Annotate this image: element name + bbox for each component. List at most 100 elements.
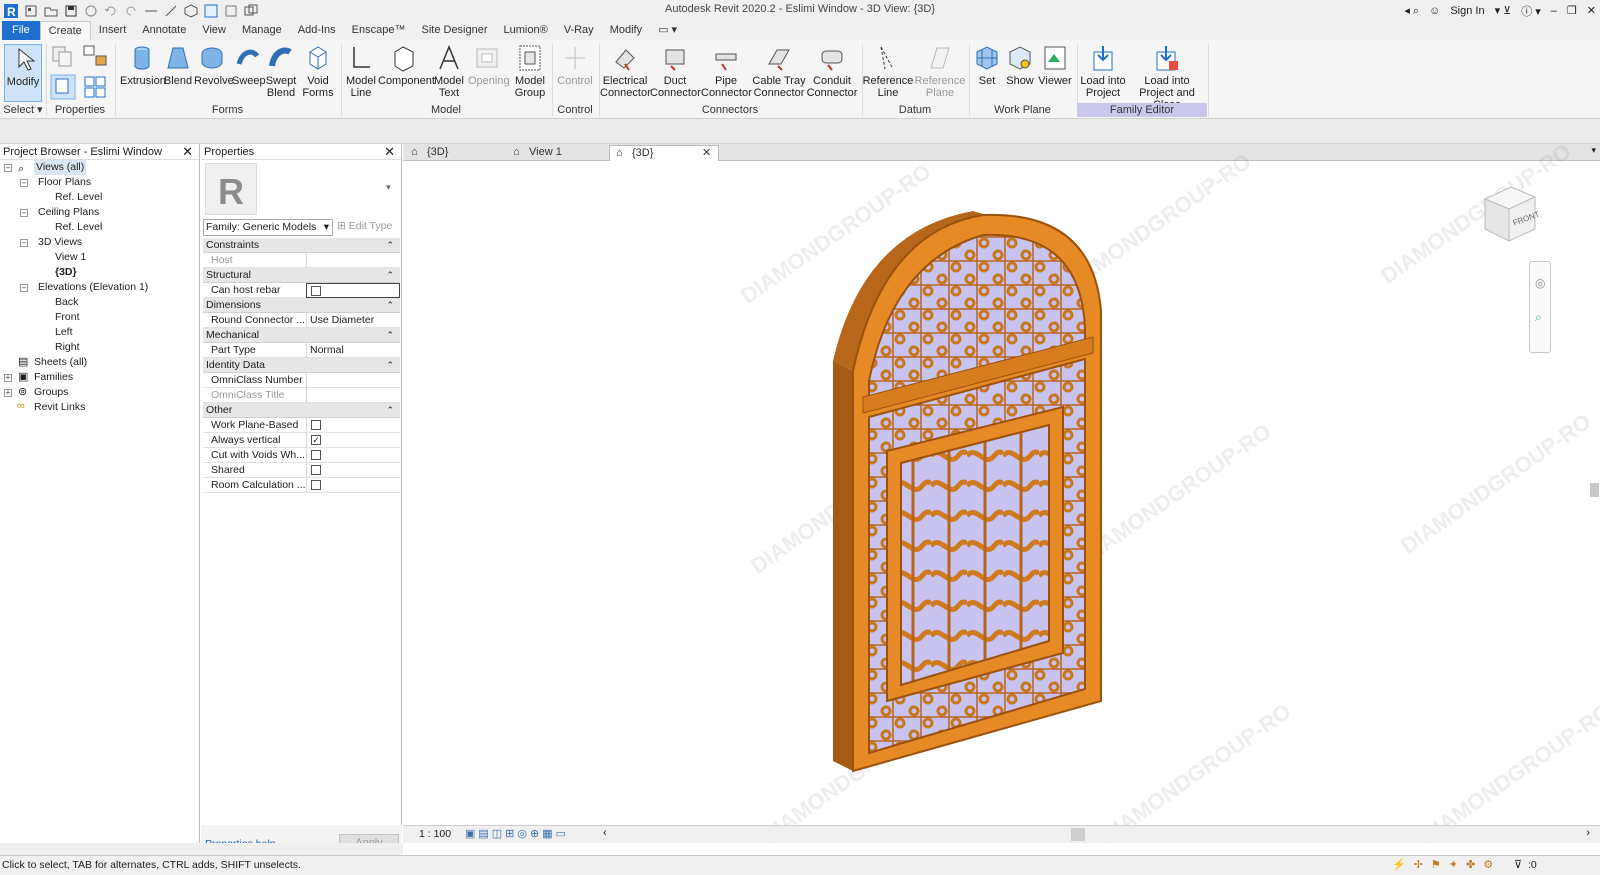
steering-wheel-icon[interactable]: ◎ [1535, 276, 1545, 290]
tab-add-ins[interactable]: Add-Ins [290, 21, 344, 40]
viewcube[interactable]: FRONT [1475, 179, 1541, 247]
model-text-button[interactable]: Model Text [432, 44, 466, 99]
collapse-icon[interactable]: – [20, 284, 28, 292]
pipe-connector-button[interactable]: Pipe Connector [701, 44, 752, 99]
reference-plane-button[interactable]: Reference Plane [914, 44, 966, 99]
switch-windows-icon[interactable] [244, 4, 258, 18]
redo-icon[interactable] [124, 4, 138, 18]
family-category-icon[interactable] [82, 44, 108, 68]
can-host-rebar-value[interactable] [306, 283, 400, 298]
expand-icon[interactable]: + [4, 389, 12, 397]
expand-icon[interactable]: + [4, 374, 12, 382]
default-3d-icon[interactable] [184, 3, 198, 18]
collapse-group-icon[interactable]: ⌃ [386, 358, 394, 372]
tree-item-families[interactable]: Families [34, 370, 73, 385]
model-group-button[interactable]: Model Group [512, 44, 548, 99]
load-into-project-button[interactable]: Load into Project [1080, 44, 1126, 99]
undo-icon[interactable] [104, 4, 118, 18]
tree-item-ceiling-ref-level[interactable]: Ref. Level [55, 220, 102, 235]
collapse-group-icon[interactable]: ⌃ [386, 328, 394, 342]
cable-tray-connector-button[interactable]: Cable Tray Connector [752, 44, 806, 99]
always-vertical-checkbox[interactable]: ✓ [311, 435, 321, 445]
tab-site-designer[interactable]: Site Designer [413, 21, 495, 40]
extrusion-button[interactable]: Extrusion [120, 44, 166, 87]
binoculars-icon[interactable]: ◂ ⌕ [1404, 4, 1419, 18]
tab-view-3d-active[interactable]: ⌂ {3D} ✕ [609, 145, 719, 161]
group-dimensions[interactable]: Dimensions ⌃ [203, 298, 400, 313]
omniclass-number-value[interactable] [306, 373, 400, 388]
opening-button[interactable]: Opening [468, 44, 510, 87]
tab-lumion[interactable]: Lumion® [496, 21, 556, 40]
tab-create[interactable]: Create [39, 21, 91, 40]
collapse-group-icon[interactable]: ⌃ [386, 238, 394, 252]
model-line-button[interactable]: Model Line [345, 44, 377, 99]
tree-item-views-all[interactable]: Views (all) [34, 160, 87, 175]
vertical-scrollbar-thumb[interactable] [1590, 483, 1599, 497]
sign-in-link[interactable]: Sign In [1450, 5, 1484, 17]
collapse-icon[interactable]: – [20, 239, 28, 247]
can-host-rebar-checkbox[interactable] [311, 286, 321, 296]
swept-blend-button[interactable]: Swept Blend [265, 44, 297, 99]
minimize-icon[interactable]: – [1551, 5, 1557, 17]
drawing-area[interactable]: DIAMONDGROUP-RO DIAMONDGROUP-RO DIAMONDG… [403, 139, 1600, 849]
eslimi-window-model[interactable] [823, 201, 1143, 781]
tree-item-sheets[interactable]: Sheets (all) [34, 355, 87, 370]
scroll-right-icon[interactable]: › [1586, 827, 1590, 839]
tab-enscape[interactable]: Enscape™ [344, 21, 414, 40]
collapse-icon[interactable]: – [20, 179, 28, 187]
close-hidden-icon[interactable] [224, 4, 238, 18]
conduit-connector-button[interactable]: Conduit Connector [806, 44, 858, 99]
edit-type-button[interactable]: ⊞ Edit Type [337, 219, 399, 236]
tree-item-right[interactable]: Right [55, 340, 80, 355]
open-icon[interactable] [44, 4, 58, 18]
tree-item-view-1[interactable]: View 1 [55, 250, 86, 265]
electrical-connector-button[interactable]: Electrical Connector [600, 44, 651, 99]
view-control-icons[interactable]: ▣▤◫⊞◎⊕▦▭ [465, 827, 569, 840]
cart-icon[interactable]: ▾ ⊻ [1495, 4, 1512, 17]
group-constraints[interactable]: Constraints ⌃ [203, 238, 400, 253]
close-tab-icon[interactable]: ✕ [702, 146, 711, 161]
collapse-icon[interactable]: – [20, 209, 28, 217]
part-type-value[interactable]: Normal [306, 343, 400, 358]
collapse-group-icon[interactable]: ⌃ [386, 298, 394, 312]
close-icon[interactable]: ✕ [182, 144, 193, 160]
tree-item-3d-active[interactable]: {3D} [55, 265, 77, 280]
component-button[interactable]: Component [378, 44, 435, 87]
tab-insert[interactable]: Insert [91, 21, 135, 40]
viewer-button[interactable]: Viewer [1036, 44, 1074, 87]
tree-item-revit-links[interactable]: Revit Links [34, 400, 85, 415]
reference-line-button[interactable]: Reference Line [862, 44, 914, 99]
type-properties-icon[interactable] [82, 74, 108, 100]
tree-item-floor-ref-level[interactable]: Ref. Level [55, 190, 102, 205]
show-work-plane-button[interactable]: Show [1004, 44, 1036, 87]
tree-item-groups[interactable]: Groups [34, 385, 68, 400]
tab-view-3d-inactive[interactable]: ⌂ {3D} [405, 145, 505, 161]
work-plane-based-checkbox[interactable] [311, 420, 321, 430]
thin-lines-icon[interactable] [204, 4, 218, 18]
group-other[interactable]: Other ⌃ [203, 403, 400, 418]
measure-icon[interactable] [144, 4, 158, 18]
tab-file[interactable]: File [2, 21, 40, 40]
shared-checkbox[interactable] [311, 465, 321, 475]
family-types-icon[interactable] [50, 44, 76, 68]
restore-icon[interactable]: ❐ [1567, 4, 1577, 17]
type-selector-dropdown-icon[interactable]: ▾ [386, 182, 391, 193]
blend-button[interactable]: Blend [163, 44, 193, 87]
collapse-icon[interactable]: – [4, 164, 12, 172]
group-mechanical[interactable]: Mechanical ⌃ [203, 328, 400, 343]
properties-icon[interactable] [50, 74, 76, 100]
zoom-icon[interactable]: ⌕ [1535, 310, 1542, 325]
revolve-button[interactable]: Revolve [194, 44, 234, 87]
void-forms-button[interactable]: Void Forms [300, 44, 336, 99]
cut-with-voids-checkbox[interactable] [311, 450, 321, 460]
tab-annotate[interactable]: Annotate [134, 21, 194, 40]
sweep-button[interactable]: Sweep [232, 44, 266, 87]
close-window-icon[interactable]: ✕ [1587, 4, 1596, 17]
tree-item-back[interactable]: Back [55, 295, 78, 310]
revit-logo-icon[interactable]: R [4, 3, 18, 18]
collapse-group-icon[interactable]: ⌃ [386, 403, 394, 417]
type-selector-preview[interactable]: R [205, 163, 257, 215]
tab-list-icon[interactable]: ▾ [1591, 145, 1596, 156]
ribbon-options-icon[interactable]: ▭ ▾ [650, 21, 685, 40]
group-structural[interactable]: Structural ⌃ [203, 268, 400, 283]
